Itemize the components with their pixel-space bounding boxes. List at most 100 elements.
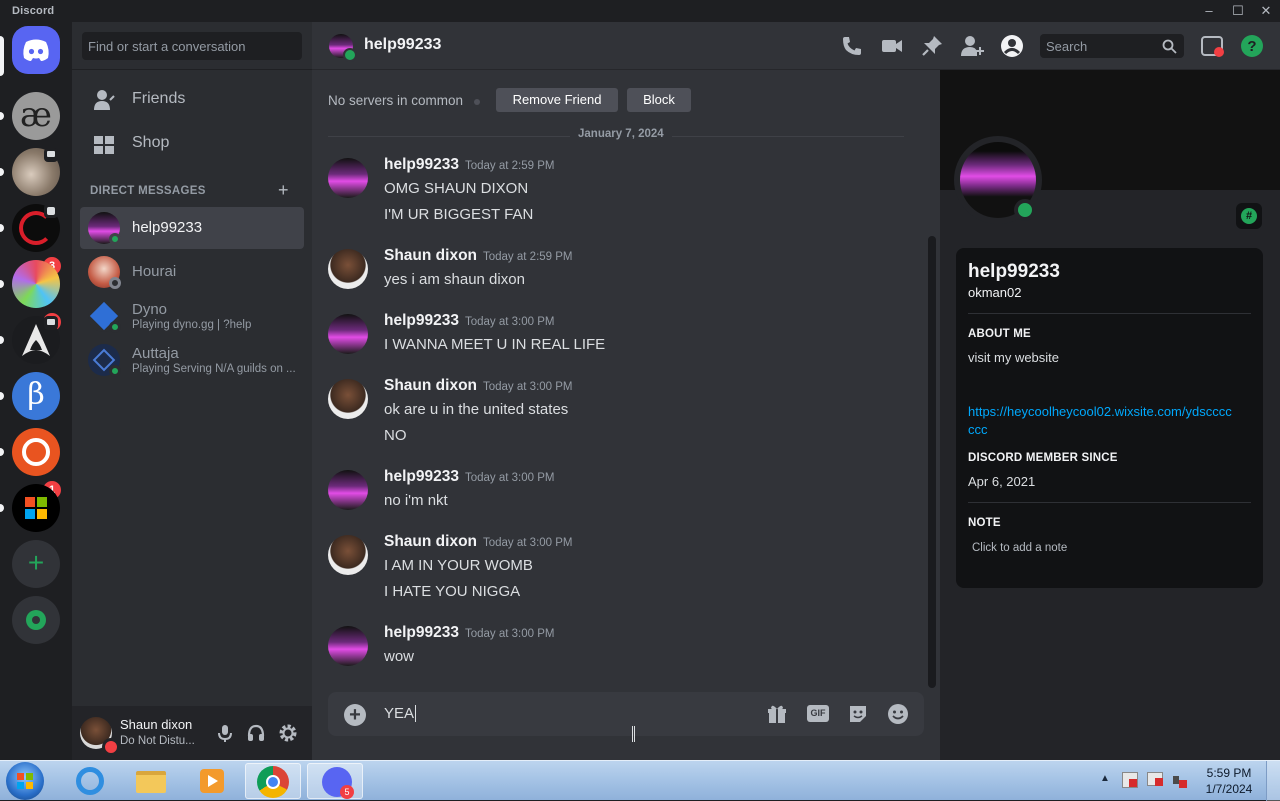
discord-taskbar-button[interactable]: 5	[307, 763, 363, 799]
add-friends-to-dm-icon[interactable]	[960, 34, 984, 58]
add-server-button[interactable]: +	[12, 540, 60, 588]
maximize-icon[interactable]: ☐	[1224, 0, 1252, 22]
dm-activity: Playing dyno.gg | ?help	[132, 319, 252, 331]
voice-call-icon[interactable]	[840, 34, 864, 58]
file-explorer-button[interactable]	[122, 763, 178, 799]
microphone-icon[interactable]	[215, 723, 235, 743]
message-timestamp: Today at 3:00 PM	[464, 472, 555, 484]
message-author[interactable]: Shaun dixon Today at 2:59 PM	[384, 247, 573, 265]
header-search-input[interactable]: Search	[1040, 34, 1184, 58]
profile-badge[interactable]: #	[1236, 203, 1262, 229]
dm-item[interactable]: Hourai	[80, 251, 304, 293]
message-text: ok are u in the united states	[384, 401, 569, 418]
user-name: Shaun dixon	[120, 717, 193, 732]
discord-logo-icon	[23, 39, 49, 61]
settings-gear-icon[interactable]	[278, 723, 298, 743]
message-author[interactable]: help99233 Today at 2:59 PM	[384, 156, 554, 174]
internet-explorer-button[interactable]	[62, 763, 118, 799]
plus-icon: +	[27, 547, 45, 578]
message-input[interactable]: YEA	[384, 705, 417, 722]
separator-dot	[474, 99, 480, 105]
profile-link[interactable]: https://heycoolheycool02.wixsite.com/yds…	[968, 404, 1232, 419]
ubuntu-icon	[22, 438, 50, 466]
close-icon[interactable]: ✕	[1252, 0, 1280, 22]
message-avatar[interactable]	[328, 158, 368, 198]
clock-time[interactable]: 5:59 PM	[1205, 766, 1253, 780]
tray-expand-icon[interactable]: ▲	[1100, 773, 1110, 784]
message-author[interactable]: Shaun dixon Today at 3:00 PM	[384, 377, 573, 395]
unread-indicator	[0, 280, 4, 288]
clock-date[interactable]: 1/7/2024	[1203, 782, 1255, 796]
message-avatar[interactable]	[328, 626, 368, 666]
minimize-icon[interactable]: –	[1195, 0, 1223, 22]
online-status-icon	[109, 321, 121, 333]
dm-name: help99233	[132, 219, 203, 236]
voice-status-icon	[44, 316, 58, 330]
unread-indicator	[0, 392, 4, 400]
gift-icon[interactable]	[766, 703, 788, 725]
sticker-icon[interactable]	[847, 703, 869, 725]
message-author[interactable]: help99233 Today at 3:00 PM	[384, 312, 554, 330]
dnd-status-icon	[102, 738, 120, 756]
remove-friend-button[interactable]: Remove Friend	[496, 88, 618, 112]
nav-friends[interactable]: Friends	[80, 78, 304, 120]
online-status-icon	[109, 233, 121, 245]
server-ubuntu[interactable]	[12, 428, 60, 476]
server-ae[interactable]: æ	[12, 92, 60, 140]
message-text: I AM IN YOUR WOMB	[384, 557, 533, 574]
user-profile-icon[interactable]	[1000, 34, 1024, 58]
message-author[interactable]: help99233 Today at 3:00 PM	[384, 624, 554, 642]
event-icon	[44, 204, 58, 218]
server-windows[interactable]	[12, 484, 60, 532]
server-colorful[interactable]	[12, 260, 60, 308]
message-avatar[interactable]	[328, 379, 368, 419]
message-author[interactable]: help99233 Today at 3:00 PM	[384, 468, 554, 486]
volume-muted-icon[interactable]	[1172, 772, 1188, 788]
gif-button[interactable]: GIF	[807, 705, 829, 722]
nav-shop[interactable]: Shop	[80, 122, 304, 164]
selected-indicator	[0, 36, 4, 76]
attach-plus-icon[interactable]: +	[344, 704, 366, 726]
dm-item[interactable]: Auttaja Playing Serving N/A guilds on ..…	[80, 339, 304, 381]
find-conversation-input[interactable]: Find or start a conversation	[82, 32, 302, 60]
note-input[interactable]: Click to add a note	[972, 542, 1067, 554]
dm-name: Dyno	[132, 301, 168, 318]
emoji-icon[interactable]	[887, 703, 909, 725]
message-text: OMG SHAUN DIXON	[384, 180, 529, 197]
block-button[interactable]: Block	[627, 88, 691, 112]
pinned-messages-icon[interactable]	[920, 34, 944, 58]
message-text: yes i am shaun dixon	[384, 271, 525, 288]
about-me-text: visit my website	[968, 350, 1060, 365]
server-beta[interactable]: β	[12, 372, 60, 420]
server-ae-icon: æ	[20, 95, 52, 135]
chrome-button[interactable]	[245, 763, 301, 799]
message-avatar[interactable]	[328, 470, 368, 510]
window-titlebar: Discord – ☐ ✕	[0, 0, 1280, 22]
action-center-icon[interactable]	[1122, 772, 1138, 788]
message-author[interactable]: Shaun dixon Today at 3:00 PM	[384, 533, 573, 551]
explore-button[interactable]	[12, 596, 60, 644]
message-avatar[interactable]	[328, 535, 368, 575]
chat-scrollbar[interactable]	[928, 236, 936, 688]
profile-link-continued[interactable]: ccc	[968, 422, 988, 437]
dm-item[interactable]: help99233	[80, 207, 304, 249]
profile-display-name: help99233	[968, 261, 1060, 282]
inbox-icon[interactable]	[1200, 34, 1224, 58]
show-desktop-button[interactable]	[1266, 761, 1280, 801]
dm-item[interactable]: Dyno Playing dyno.gg | ?help	[80, 295, 304, 337]
message-avatar[interactable]	[328, 314, 368, 354]
media-player-button[interactable]	[184, 763, 240, 799]
recipient-name: help99233	[364, 36, 442, 53]
mutual-servers-text: No servers in common	[328, 93, 464, 108]
start-button[interactable]	[6, 762, 44, 800]
folder-icon	[136, 771, 166, 793]
create-dm-button[interactable]: +	[278, 180, 289, 201]
unread-indicator	[0, 448, 4, 456]
help-icon[interactable]: ?	[1240, 34, 1264, 58]
headphones-icon[interactable]	[246, 723, 266, 743]
discord-home-button[interactable]	[12, 26, 60, 74]
video-call-icon[interactable]	[880, 34, 904, 58]
message-avatar[interactable]	[328, 249, 368, 289]
network-icon[interactable]	[1147, 772, 1163, 786]
shop-icon	[94, 136, 114, 154]
